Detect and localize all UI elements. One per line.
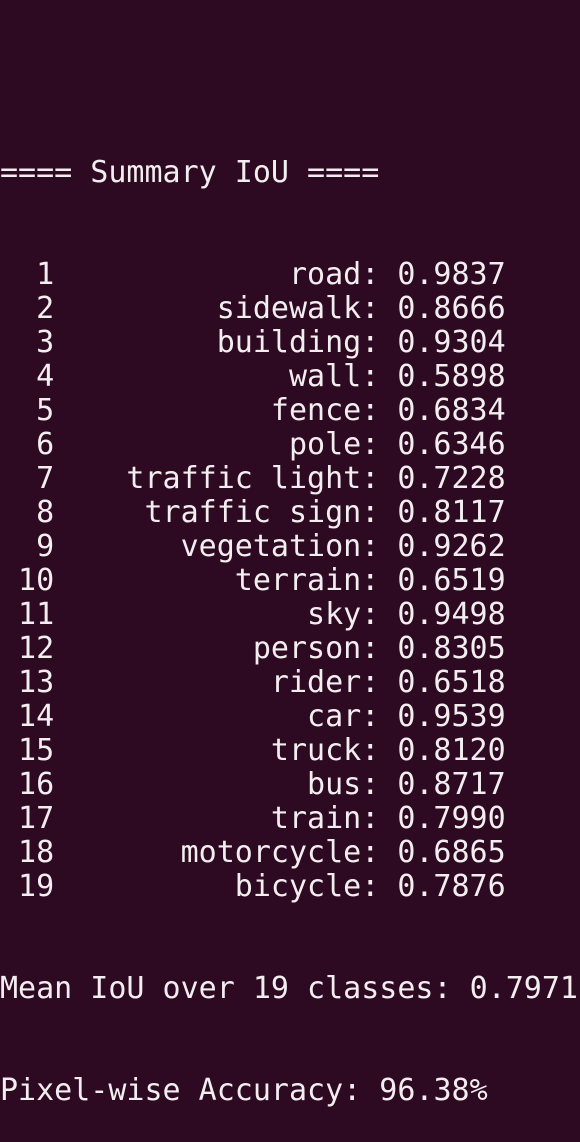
iou-row: 1 road: 0.9837	[0, 258, 580, 292]
iou-row: 11 sky: 0.9498	[0, 598, 580, 632]
class-index: 2	[36, 291, 55, 326]
iou-row: 7 traffic light: 0.7228	[0, 462, 580, 496]
class-iou-value: 0.8666	[397, 291, 506, 326]
class-label: fence:	[270, 393, 380, 428]
iou-row: 13 rider: 0.6518	[0, 666, 580, 700]
class-index: 1	[36, 257, 55, 292]
iou-row: 10 terrain: 0.6519	[0, 564, 580, 598]
class-label: person:	[252, 631, 380, 666]
iou-row: 6 pole: 0.6346	[0, 428, 580, 462]
class-index: 5	[36, 393, 55, 428]
class-index: 14	[18, 699, 55, 734]
iou-row: 5 fence: 0.6834	[0, 394, 580, 428]
class-label: traffic sign:	[144, 495, 380, 530]
class-iou-value: 0.8120	[397, 733, 506, 768]
class-index: 7	[36, 461, 55, 496]
class-label: sidewalk:	[216, 291, 380, 326]
iou-row: 2 sidewalk: 0.8666	[0, 292, 580, 326]
class-label: rider:	[270, 665, 380, 700]
terminal-output: ==== Summary IoU ==== 1 road: 0.9837 2 side…	[0, 0, 580, 1142]
class-iou-value: 0.9539	[397, 699, 506, 734]
class-iou-value: 0.6346	[397, 427, 506, 462]
class-label: vegetation:	[180, 529, 380, 564]
class-index: 4	[36, 359, 55, 394]
iou-row: 8 traffic sign: 0.8117	[0, 496, 580, 530]
class-index: 18	[18, 835, 55, 870]
class-index: 6	[36, 427, 55, 462]
iou-row: 16 bus: 0.8717	[0, 768, 580, 802]
class-index: 9	[36, 529, 55, 564]
class-label: bicycle:	[234, 869, 380, 904]
class-iou-value: 0.6519	[397, 563, 506, 598]
class-index: 19	[18, 869, 55, 904]
class-iou-value: 0.8305	[397, 631, 506, 666]
iou-rows: 1 road: 0.9837 2 sidewalk: 0.8666 3 building:…	[0, 258, 580, 904]
mean-iou-line: Mean IoU over 19 classes: 0.7971	[0, 971, 578, 1006]
class-iou-value: 0.6834	[397, 393, 506, 428]
class-index: 10	[18, 563, 55, 598]
iou-row: 14 car: 0.9539	[0, 700, 580, 734]
class-index: 12	[18, 631, 55, 666]
class-index: 17	[18, 801, 55, 836]
iou-row: 9 vegetation: 0.9262	[0, 530, 580, 564]
class-index: 8	[36, 495, 55, 530]
class-label: sky:	[307, 597, 380, 632]
iou-row: 12 person: 0.8305	[0, 632, 580, 666]
class-index: 3	[36, 325, 55, 360]
class-iou-value: 0.9498	[397, 597, 506, 632]
summary-header: ==== Summary IoU ====	[0, 155, 380, 190]
class-iou-value: 0.9304	[397, 325, 506, 360]
iou-row: 19 bicycle: 0.7876	[0, 870, 580, 904]
class-label: pole:	[288, 427, 380, 462]
class-index: 15	[18, 733, 55, 768]
iou-row: 4 wall: 0.5898	[0, 360, 580, 394]
class-label: train:	[270, 801, 380, 836]
class-iou-value: 0.7228	[397, 461, 506, 496]
class-index: 13	[18, 665, 55, 700]
iou-row: 15 truck: 0.8120	[0, 734, 580, 768]
class-iou-value: 0.8717	[397, 767, 506, 802]
class-iou-value: 0.5898	[397, 359, 506, 394]
class-label: road:	[288, 257, 380, 292]
iou-row: 18 motorcycle: 0.6865	[0, 836, 580, 870]
class-index: 11	[18, 597, 55, 632]
pixel-accuracy-line: Pixel-wise Accuracy: 96.38%	[0, 1073, 488, 1108]
class-label: traffic light:	[126, 461, 380, 496]
class-iou-value: 0.9837	[397, 257, 506, 292]
class-label: car:	[307, 699, 380, 734]
class-label: wall:	[288, 359, 380, 394]
class-iou-value: 0.6518	[397, 665, 506, 700]
iou-row: 3 building: 0.9304	[0, 326, 580, 360]
partial-previous-line	[0, 54, 580, 88]
class-iou-value: 0.6865	[397, 835, 506, 870]
class-index: 16	[18, 767, 55, 802]
class-iou-value: 0.7876	[397, 869, 506, 904]
class-iou-value: 0.8117	[397, 495, 506, 530]
class-label: motorcycle:	[180, 835, 380, 870]
class-label: building:	[216, 325, 380, 360]
class-label: terrain:	[234, 563, 380, 598]
class-iou-value: 0.9262	[397, 529, 506, 564]
iou-row: 17 train: 0.7990	[0, 802, 580, 836]
class-iou-value: 0.7990	[397, 801, 506, 836]
class-label: bus:	[307, 767, 380, 802]
class-label: truck:	[270, 733, 380, 768]
